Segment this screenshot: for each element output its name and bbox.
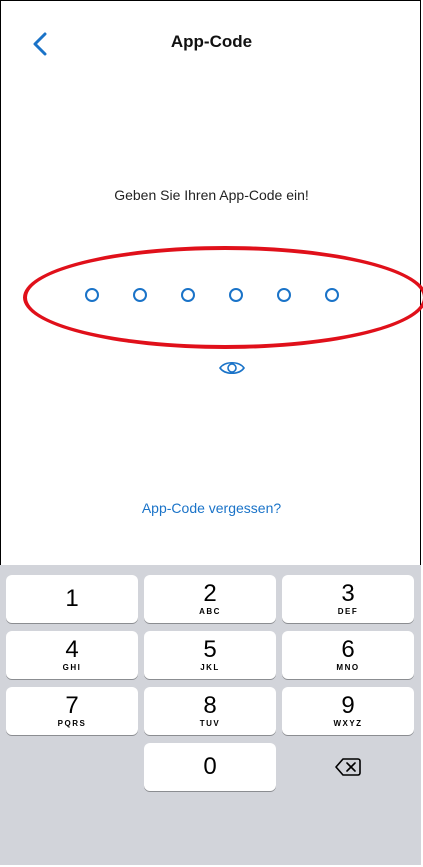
key-number: 8 — [203, 692, 217, 719]
eye-icon — [219, 361, 245, 375]
show-code-button[interactable] — [218, 357, 246, 379]
key-number: 3 — [341, 580, 355, 607]
forgot-code-link[interactable]: App-Code vergessen? — [0, 500, 423, 516]
key-0[interactable]: 0 — [144, 743, 276, 791]
key-number: 1 — [65, 585, 79, 612]
key-number: 0 — [203, 753, 217, 780]
key-number: 5 — [203, 636, 217, 663]
key-letters: PQRS — [57, 719, 87, 728]
key-number: 7 — [65, 692, 79, 719]
key-4[interactable]: 4 GHI — [6, 631, 138, 679]
code-digit-dot — [180, 288, 195, 302]
code-digit-dot — [276, 288, 291, 302]
key-letters: ABC — [199, 607, 221, 616]
key-5[interactable]: 5 JKL — [144, 631, 276, 679]
key-number: 9 — [341, 692, 355, 719]
instruction-text: Geben Sie Ihren App-Code ein! — [114, 187, 309, 203]
key-letters: GHI — [62, 663, 82, 672]
code-digit-dot — [132, 288, 147, 302]
key-letters: JKL — [200, 663, 220, 672]
key-number: 2 — [203, 580, 217, 607]
header: App-Code — [0, 0, 423, 88]
key-7[interactable]: 7 PQRS — [6, 687, 138, 735]
key-3[interactable]: 3 DEF — [282, 575, 414, 623]
delete-key[interactable] — [282, 743, 414, 791]
code-digit-dot — [228, 288, 243, 302]
key-letters: MNO — [336, 663, 360, 672]
key-letters: WXYZ — [333, 719, 363, 728]
key-9[interactable]: 9 WXYZ — [282, 687, 414, 735]
key-letters: DEF — [337, 607, 359, 616]
key-8[interactable]: 8 TUV — [144, 687, 276, 735]
key-1[interactable]: 1 — [6, 575, 138, 623]
code-digit-dot — [84, 288, 99, 302]
key-letters: TUV — [199, 719, 221, 728]
code-indicator — [0, 288, 423, 308]
key-number: 6 — [341, 636, 355, 663]
code-digit-dot — [324, 288, 339, 302]
key-6[interactable]: 6 MNO — [282, 631, 414, 679]
numeric-keypad: 1 2 ABC 3 DEF 4 GHI 5 JKL 6 MNO 7 PQRS 8… — [0, 565, 421, 865]
key-number: 4 — [65, 636, 79, 663]
key-2[interactable]: 2 ABC — [144, 575, 276, 623]
backspace-icon — [335, 758, 361, 776]
page-title: App-Code — [170, 32, 253, 51]
